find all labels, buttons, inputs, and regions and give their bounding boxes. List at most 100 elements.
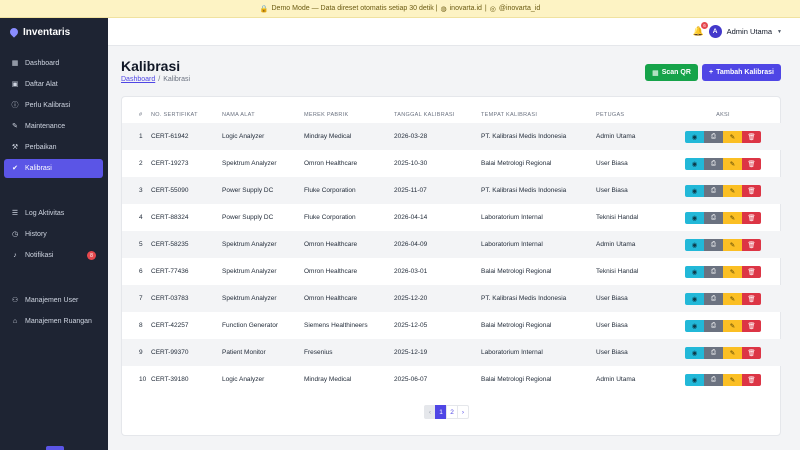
row-actions: ◉ ⎙ ✎ 🗑	[664, 258, 782, 285]
sidebar-item-kalibrasi[interactable]: ✔ Kalibrasi	[4, 159, 103, 178]
print-button[interactable]: ⎙	[704, 319, 723, 332]
printer-icon: ⎙	[710, 375, 717, 383]
view-button[interactable]: ◉	[685, 265, 704, 278]
delete-button[interactable]: 🗑	[742, 265, 761, 278]
trash-icon: 🗑	[747, 349, 756, 357]
sidebar-item-notifikasi[interactable]: ♪ Notifikasi 8	[4, 246, 103, 265]
calibration-place: PT. Kalibrasi Medis Indonesia	[481, 285, 596, 312]
print-button[interactable]: ⎙	[704, 184, 723, 197]
notification-button[interactable]: 🔔 6	[693, 22, 708, 37]
officer-name: Admin Utama	[596, 123, 664, 150]
print-button[interactable]: ⎙	[704, 238, 723, 251]
view-button[interactable]: ◉	[685, 211, 704, 224]
row-number: 7	[122, 285, 151, 312]
certificate-number: CERT-99370	[151, 339, 222, 366]
delete-button[interactable]: 🗑	[742, 211, 761, 224]
brand-name: Mindray Medical	[304, 123, 394, 150]
delete-button[interactable]: 🗑	[742, 319, 761, 332]
table-row: 5 CERT-58235 Spektrum Analyzer Omron Health…	[122, 231, 782, 258]
column-header-tool-name: NAMA ALAT	[222, 111, 255, 118]
edit-button[interactable]: ✎	[723, 373, 742, 386]
row-actions: ◉ ⎙ ✎ 🗑	[664, 150, 782, 177]
row-number: 8	[139, 322, 143, 329]
view-button[interactable]: ◉	[685, 292, 704, 305]
print-button[interactable]: ⎙	[704, 292, 723, 305]
add-calibration-button[interactable]: + Tambah Kalibrasi	[702, 64, 781, 81]
tool-name: Logic Analyzer	[222, 123, 304, 150]
page-title: Kalibrasi	[121, 58, 181, 74]
tool-name: Patient Monitor	[222, 339, 304, 366]
delete-button[interactable]: 🗑	[742, 373, 761, 386]
banner-site-link[interactable]: inovarta.id	[450, 5, 482, 12]
eye-icon: ◉	[691, 322, 698, 330]
delete-button[interactable]: 🗑	[742, 292, 761, 305]
print-button[interactable]: ⎙	[704, 130, 723, 143]
sidebar-item-perlu-kalibrasi[interactable]: ⓘ Perlu Kalibrasi	[4, 96, 103, 115]
print-button[interactable]: ⎙	[704, 211, 723, 224]
edit-button[interactable]: ✎	[723, 238, 742, 251]
tool-name: Function Generator	[222, 322, 279, 329]
print-button[interactable]: ⎙	[704, 265, 723, 278]
breadcrumb: Dashboard / Kalibrasi	[121, 76, 190, 83]
column-header-actions: AKSI	[716, 111, 730, 118]
brand[interactable]: Inventaris	[0, 18, 108, 46]
table-row: 3 CERT-55090 Power Supply DC Fluke Corporat…	[122, 177, 782, 204]
calibration-table-card: # NO. SERTIFIKAT NAMA ALAT MEREK PABRIK …	[121, 96, 782, 436]
officer-name: User Biasa	[596, 322, 628, 329]
edit-button[interactable]: ✎	[723, 265, 742, 278]
sidebar-item-perbaikan[interactable]: ⚒ Perbaikan	[4, 138, 103, 157]
bell-icon: ♪	[13, 252, 17, 259]
calibration-place: Laboratorium Internal	[481, 214, 543, 221]
user-menu[interactable]: A Admin Utama ▼	[708, 25, 782, 38]
print-button[interactable]: ⎙	[704, 373, 723, 386]
row-actions: ◉ ⎙ ✎ 🗑	[664, 204, 782, 231]
pagination-next[interactable]: ›	[457, 405, 469, 419]
eye-icon: ◉	[691, 349, 698, 357]
edit-button[interactable]: ✎	[723, 346, 742, 359]
calibration-date: 2026-04-09	[394, 231, 481, 258]
delete-button[interactable]: 🗑	[742, 184, 761, 197]
sidebar-item-label: History	[25, 231, 47, 238]
demo-banner: 🔒 Demo Mode — Data direset otomatis seti…	[0, 0, 800, 18]
print-button[interactable]: ⎙	[704, 346, 723, 359]
table-row: 8 CERT-42257 Function Generator Siemens Hea…	[122, 312, 782, 339]
edit-button[interactable]: ✎	[723, 130, 742, 143]
sidebar-item-manajemen-user[interactable]: ⚇ Manajemen User	[4, 291, 103, 310]
view-button[interactable]: ◉	[685, 184, 704, 197]
edit-button[interactable]: ✎	[723, 211, 742, 224]
delete-button[interactable]: 🗑	[742, 130, 761, 143]
sidebar-item-daftar-alat[interactable]: ▣ Daftar Alat	[4, 75, 103, 94]
edit-button[interactable]: ✎	[723, 157, 742, 170]
view-button[interactable]: ◉	[685, 157, 704, 170]
edit-button[interactable]: ✎	[723, 292, 742, 305]
scan-qr-button[interactable]: ▦ Scan QR	[645, 64, 698, 81]
brand-name: Mindray Medical	[304, 376, 352, 383]
certificate-number: CERT-58235	[151, 231, 222, 258]
sidebar-item-maintenance[interactable]: ✎ Maintenance	[4, 117, 103, 136]
calibration-date: 2025-06-07	[394, 376, 428, 383]
delete-button[interactable]: 🗑	[742, 238, 761, 251]
printer-icon: ⎙	[710, 294, 717, 302]
banner-handle-link[interactable]: @inovarta_id	[499, 5, 540, 12]
view-button[interactable]: ◉	[685, 130, 704, 143]
sidebar-item-history[interactable]: ◷ History	[4, 225, 103, 244]
delete-button[interactable]: 🗑	[742, 157, 761, 170]
edit-button[interactable]: ✎	[723, 184, 742, 197]
calibration-place: Balai Metrologi Regional	[481, 268, 552, 275]
shield-icon	[8, 26, 20, 38]
view-button[interactable]: ◉	[685, 373, 704, 386]
sidebar-item-dashboard[interactable]: ▦ Dashboard	[4, 54, 103, 73]
app-name: Inventaris	[23, 26, 71, 38]
sidebar-item-manajemen-ruangan[interactable]: ⌂ Manajemen Ruangan	[4, 312, 103, 331]
breadcrumb-dashboard-link[interactable]: Dashboard	[121, 76, 155, 83]
sidebar-bottom-tab[interactable]	[46, 446, 64, 450]
certificate-number: CERT-88324	[151, 214, 189, 221]
print-button[interactable]: ⎙	[704, 157, 723, 170]
sidebar-item-log-aktivitas[interactable]: ☰ Log Aktivitas	[4, 204, 103, 223]
view-button[interactable]: ◉	[685, 319, 704, 332]
row-actions: ◉ ⎙ ✎ 🗑	[664, 339, 782, 366]
view-button[interactable]: ◉	[685, 346, 704, 359]
view-button[interactable]: ◉	[685, 238, 704, 251]
delete-button[interactable]: 🗑	[742, 346, 761, 359]
edit-button[interactable]: ✎	[723, 319, 742, 332]
